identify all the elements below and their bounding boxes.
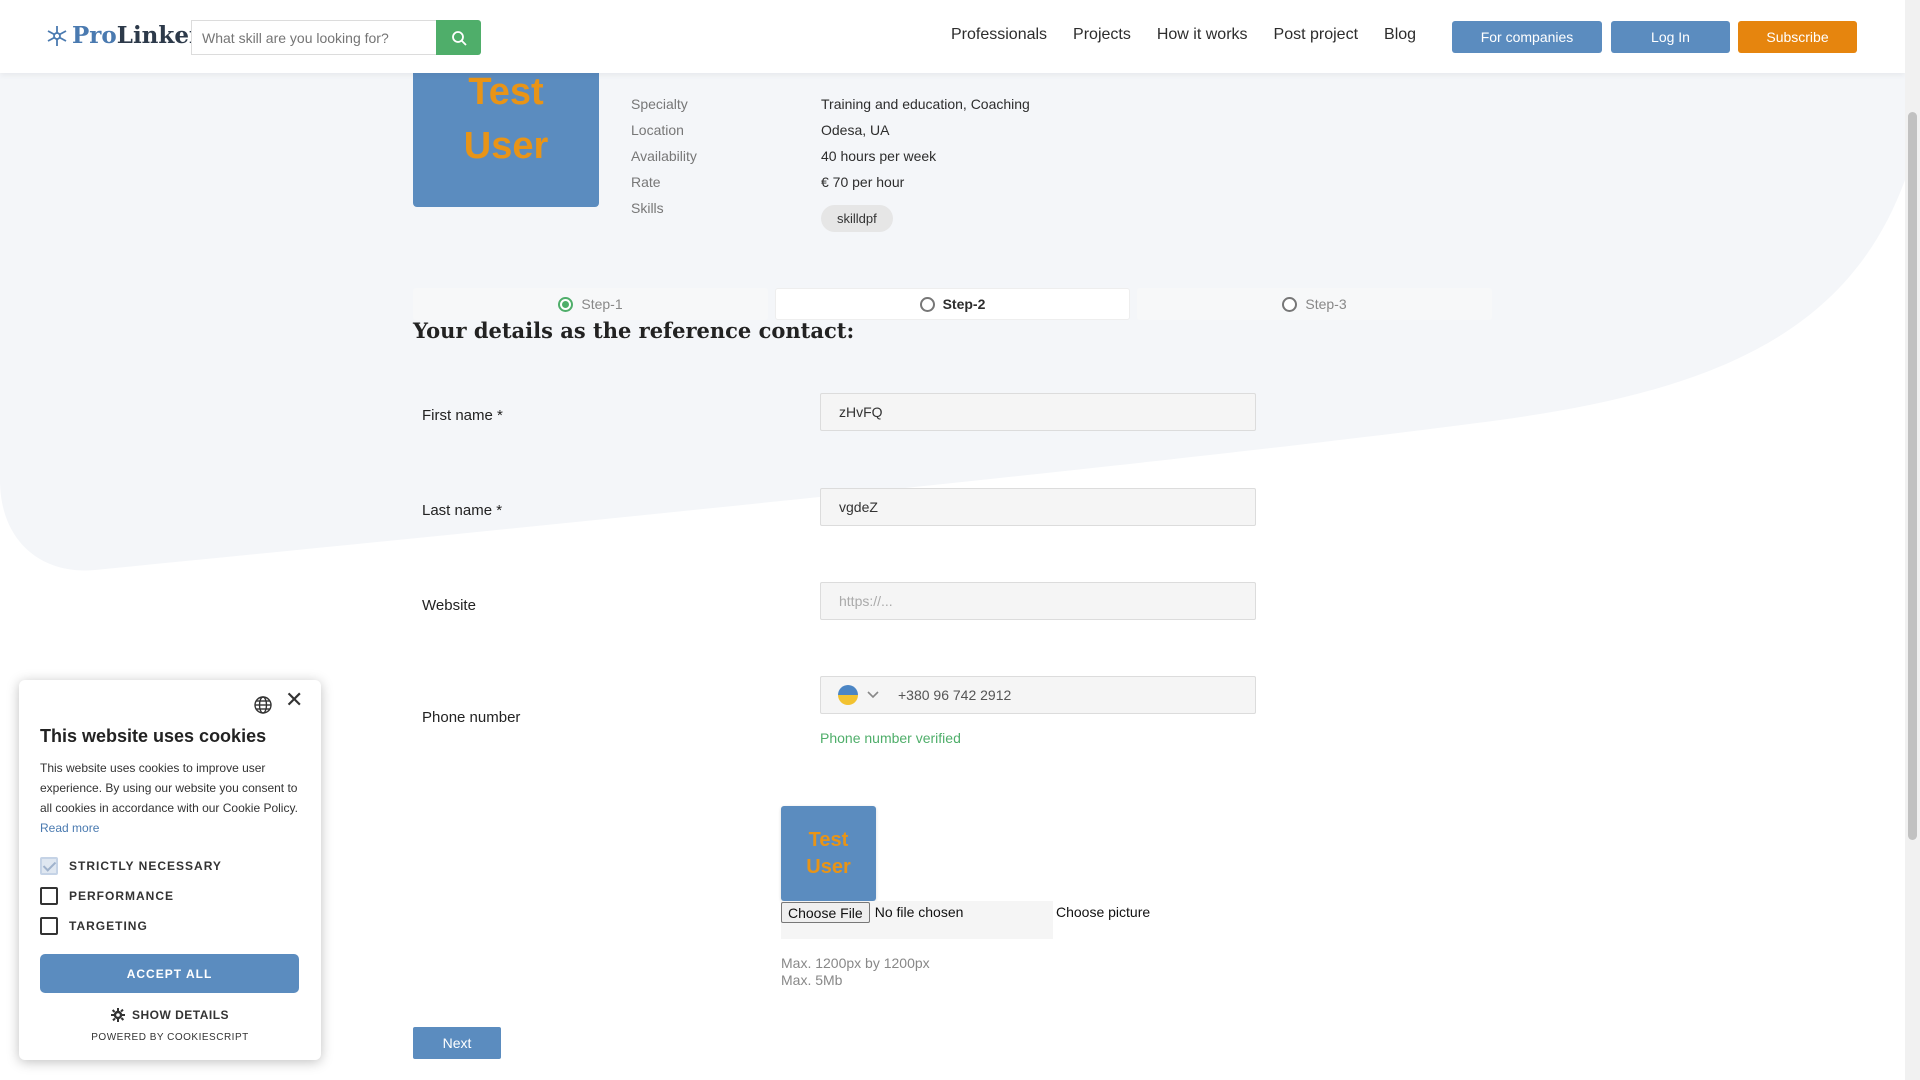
preview-text-line2: User bbox=[806, 855, 851, 878]
scrollbar-thumb[interactable] bbox=[1908, 112, 1917, 840]
cookie-option-label: TARGETING bbox=[69, 919, 148, 933]
tab-step-2[interactable]: Step-2 bbox=[775, 288, 1130, 320]
last-name-label: Last name * bbox=[422, 502, 503, 519]
cookie-option-label: PERFORMANCE bbox=[69, 889, 175, 903]
hint-weight: Max. 5Mb bbox=[781, 972, 843, 988]
radio-icon bbox=[1282, 296, 1298, 312]
gear-icon bbox=[110, 1008, 125, 1022]
search-bar bbox=[191, 20, 481, 55]
step-label: Step-2 bbox=[942, 296, 986, 312]
website-label: Website bbox=[422, 597, 476, 614]
tab-step-1[interactable]: Step-1 bbox=[413, 288, 768, 320]
radio-icon bbox=[919, 296, 935, 312]
logo[interactable]: ProLinker bbox=[46, 22, 201, 49]
search-icon bbox=[451, 30, 467, 46]
accept-all-button[interactable]: ACCEPT ALL bbox=[40, 954, 299, 993]
search-input[interactable] bbox=[191, 20, 436, 55]
site-header: ProLinker Professionals Projects How it … bbox=[0, 0, 1905, 73]
search-button[interactable] bbox=[436, 20, 481, 55]
profile-label: Specialty bbox=[631, 96, 688, 112]
phone-label: Phone number bbox=[422, 709, 521, 726]
nav-post-project[interactable]: Post project bbox=[1274, 26, 1358, 44]
checkbox-checked-icon[interactable] bbox=[40, 857, 58, 875]
profile-value: 40 hours per week bbox=[821, 148, 937, 164]
ukraine-flag-icon[interactable] bbox=[838, 685, 858, 705]
profile-value: Odesa, UA bbox=[821, 122, 890, 138]
first-name-field[interactable] bbox=[820, 393, 1256, 431]
profile-value: Training and education, Coaching bbox=[821, 96, 1030, 112]
profile-label: Rate bbox=[631, 174, 661, 190]
logo-text: ProLinker bbox=[72, 22, 202, 49]
nav-projects[interactable]: Projects bbox=[1073, 26, 1131, 44]
phone-value[interactable]: +380 96 742 2912 bbox=[898, 687, 1011, 703]
last-name-field[interactable] bbox=[820, 488, 1256, 526]
nav-how-it-works[interactable]: How it works bbox=[1157, 26, 1248, 44]
hint-size: Max. 1200px by 1200px bbox=[781, 955, 930, 971]
step-label: Step-1 bbox=[581, 296, 623, 312]
profile-row-rate: Rate € 70 per hour bbox=[631, 169, 1030, 195]
profile-row-location: Location Odesa, UA bbox=[631, 117, 1030, 143]
chevron-down-icon[interactable] bbox=[866, 688, 880, 702]
profile-label: Availability bbox=[631, 148, 697, 164]
preview-text-line1: Test bbox=[808, 828, 849, 851]
cookie-text-body: This website uses cookies to improve use… bbox=[40, 761, 298, 815]
read-more-link[interactable]: Read more bbox=[40, 821, 99, 835]
cookie-text: This website uses cookies to improve use… bbox=[40, 758, 305, 838]
for-companies-button[interactable]: For companies bbox=[1452, 21, 1602, 53]
subscribe-button[interactable]: Subscribe bbox=[1738, 21, 1857, 53]
choose-picture-label: Choose picture bbox=[1056, 904, 1151, 920]
phone-field[interactable]: +380 96 742 2912 bbox=[820, 676, 1256, 714]
logo-icon bbox=[47, 25, 67, 46]
phone-verified-status: Phone number verified bbox=[820, 730, 961, 746]
picture-preview: Test User bbox=[781, 806, 876, 901]
profile-details: Specialty Training and education, Coachi… bbox=[631, 91, 1030, 221]
cookie-banner: ✕ This website uses cookies This website… bbox=[19, 680, 321, 1060]
page-scrollbar[interactable] bbox=[1905, 0, 1920, 1080]
show-details-label: SHOW DETAILS bbox=[131, 1008, 230, 1022]
cookie-option-strictly-necessary[interactable]: STRICTLY NECESSARY bbox=[40, 857, 222, 875]
avatar-text-line2: User bbox=[463, 124, 549, 167]
choose-file-button[interactable]: Choose File bbox=[781, 902, 870, 923]
language-globe-icon[interactable] bbox=[253, 695, 273, 715]
step-label: Step-3 bbox=[1305, 296, 1347, 312]
file-input[interactable]: Choose File No file chosen bbox=[781, 901, 1053, 939]
profile-row-availability: Availability 40 hours per week bbox=[631, 143, 1030, 169]
next-button[interactable]: Next bbox=[413, 1027, 501, 1059]
cookie-option-label: STRICTLY NECESSARY bbox=[69, 859, 222, 873]
checkbox-icon[interactable] bbox=[40, 887, 58, 905]
radio-checked-icon bbox=[558, 296, 574, 312]
skill-tag: skilldpf bbox=[821, 205, 893, 232]
file-status: No file chosen bbox=[874, 904, 964, 920]
first-name-label: First name * bbox=[422, 407, 503, 424]
nav-professionals[interactable]: Professionals bbox=[951, 26, 1047, 44]
nav-blog[interactable]: Blog bbox=[1384, 26, 1416, 44]
profile-label: Location bbox=[631, 122, 684, 138]
show-details-button[interactable]: SHOW DETAILS bbox=[19, 1008, 321, 1022]
website-field[interactable] bbox=[820, 582, 1256, 620]
login-button[interactable]: Log In bbox=[1611, 21, 1730, 53]
profile-row-specialty: Specialty Training and education, Coachi… bbox=[631, 91, 1030, 117]
profile-label: Skills bbox=[631, 200, 664, 216]
close-icon[interactable]: ✕ bbox=[285, 689, 303, 711]
step-tabs: Step-1 Step-2 Step-3 bbox=[413, 288, 1492, 320]
powered-by-link[interactable]: POWERED BY COOKIESCRIPT bbox=[19, 1032, 321, 1043]
checkbox-icon[interactable] bbox=[40, 917, 58, 935]
form-title: Your details as the reference contact: bbox=[413, 318, 855, 343]
cookie-option-performance[interactable]: PERFORMANCE bbox=[40, 887, 174, 905]
cookie-option-targeting[interactable]: TARGETING bbox=[40, 917, 148, 935]
tab-step-3[interactable]: Step-3 bbox=[1137, 288, 1492, 320]
main-nav: Professionals Projects How it works Post… bbox=[951, 26, 1416, 44]
cookie-title: This website uses cookies bbox=[40, 726, 267, 746]
profile-value: € 70 per hour bbox=[821, 174, 905, 190]
